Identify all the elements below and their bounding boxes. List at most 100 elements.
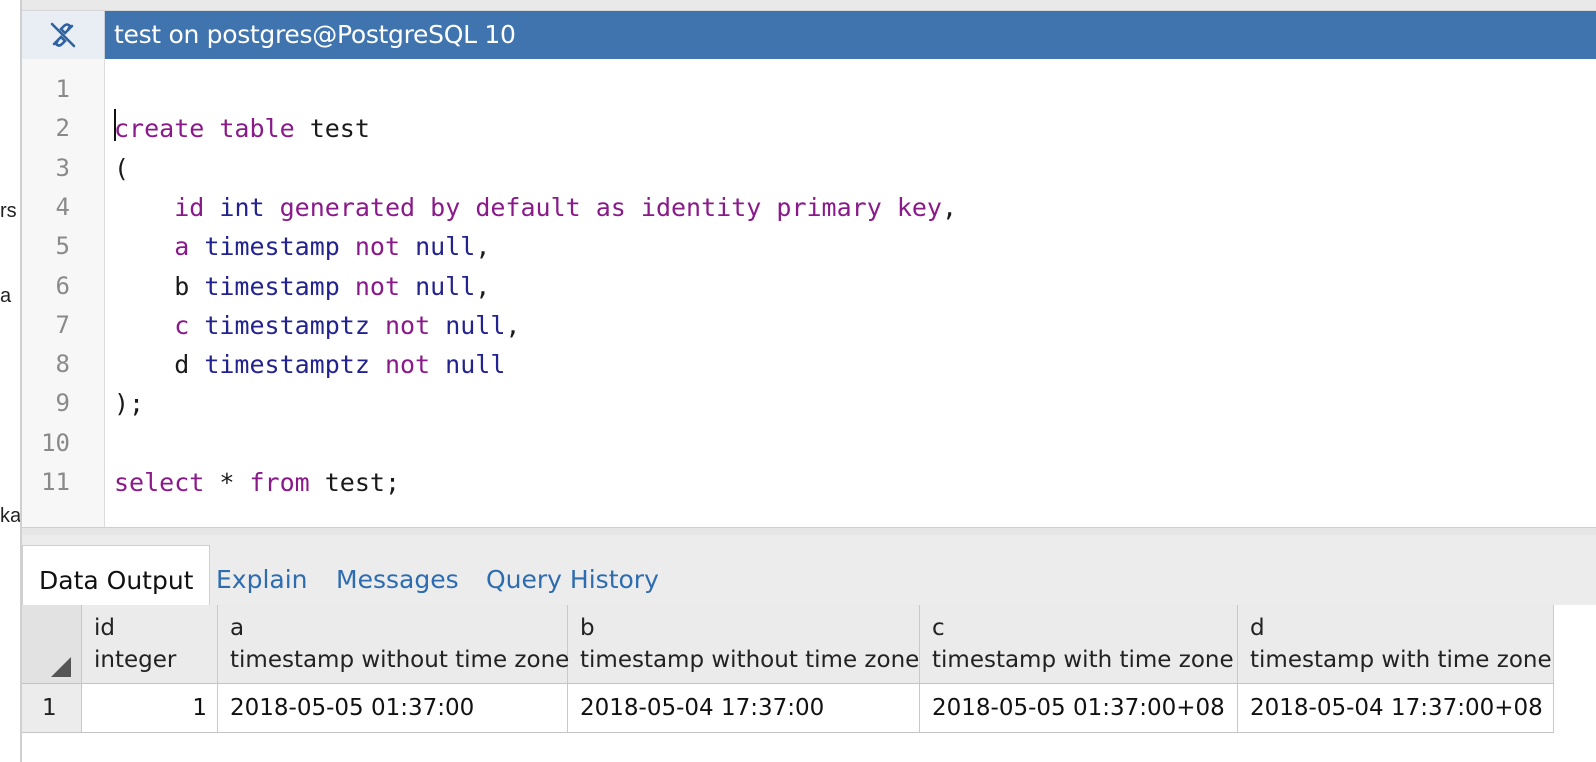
column-type: integer — [94, 647, 177, 673]
left-panel-edge: rs a ka — [0, 0, 22, 762]
column-type: timestamp with time zone — [932, 647, 1234, 673]
line-number-gutter: 1 2 3 4 5 6 7 8 9 10 11 — [22, 59, 105, 527]
line-number: 9 — [55, 389, 70, 418]
line-number: 7 — [55, 310, 70, 339]
sql-text: b — [114, 271, 205, 301]
left-fragment: ka — [0, 505, 22, 527]
line-number: 2 — [55, 114, 70, 143]
line-number: 4 — [55, 192, 70, 221]
grid-header: id integer a timestamp without time zone… — [22, 605, 1554, 684]
query-tab-title: test on postgres@PostgreSQL 10 — [114, 20, 516, 49]
column-name: a — [230, 615, 245, 641]
cell-c[interactable]: 2018-05-05 01:37:00+08 — [920, 684, 1238, 732]
sql-text: test — [294, 114, 370, 144]
code-line[interactable]: id int generated by default as identity … — [114, 188, 957, 227]
sql-text: , — [941, 192, 958, 222]
column-header-c[interactable]: c timestamp with time zone — [920, 605, 1238, 683]
sql-type: null — [445, 310, 506, 340]
column-type: timestamp without time zone — [580, 647, 920, 673]
line-number: 8 — [55, 350, 70, 379]
sql-type: null — [445, 350, 506, 380]
left-fragment: a — [0, 285, 12, 307]
line-number: 11 — [41, 468, 70, 496]
line-number: 6 — [55, 271, 70, 300]
sql-text: , — [475, 232, 491, 262]
code-line[interactable]: select * from test; — [114, 463, 400, 502]
sql-keyword: create — [114, 114, 205, 144]
column-header-d[interactable]: d timestamp with time zone — [1238, 605, 1554, 683]
code-line[interactable]: b timestamp not null, — [114, 267, 490, 306]
row-number[interactable]: 1 — [22, 684, 82, 732]
code-line[interactable]: create table test — [114, 109, 370, 148]
sql-keyword: c — [174, 310, 190, 340]
tab-data-output[interactable]: Data Output — [22, 545, 211, 606]
connection-status-button[interactable] — [22, 11, 105, 59]
sql-type: timestamp — [204, 271, 340, 301]
column-name: id — [94, 615, 115, 641]
sql-keyword: as — [595, 192, 626, 222]
code-line[interactable]: c timestamptz not null, — [114, 306, 520, 345]
cell-b[interactable]: 2018-05-04 17:37:00 — [568, 684, 920, 732]
sql-type: timestamp — [204, 232, 340, 262]
line-number: 3 — [55, 153, 70, 182]
sql-type: timestamptz — [204, 350, 370, 380]
cell-d[interactable]: 2018-05-04 17:37:00+08 — [1238, 684, 1554, 732]
column-header-a[interactable]: a timestamp without time zone — [218, 605, 569, 683]
sql-keyword: not — [354, 232, 401, 262]
line-number: 5 — [55, 232, 70, 261]
sql-keyword: table — [219, 114, 295, 144]
tab-query-history[interactable]: Query History — [470, 545, 675, 605]
column-header-id[interactable]: id integer — [82, 605, 218, 683]
cell-a[interactable]: 2018-05-05 01:37:00 — [218, 684, 568, 732]
sql-keyword: by — [430, 192, 461, 222]
select-all-cell[interactable] — [22, 605, 82, 683]
column-header-b[interactable]: b timestamp without time zone — [568, 605, 920, 683]
sql-keyword: id — [174, 192, 205, 222]
tab-explain[interactable]: Explain — [200, 545, 324, 605]
sql-keyword: key — [896, 192, 942, 222]
sql-editor[interactable]: 1 2 3 4 5 6 7 8 9 10 11 create table test ( id int … — [22, 59, 1596, 527]
sql-text: , — [475, 271, 491, 301]
code-line[interactable]: ); — [114, 384, 144, 423]
sql-type: null — [415, 271, 476, 301]
sql-type: int — [219, 192, 265, 222]
table-row[interactable]: 1 1 2018-05-05 01:37:00 2018-05-04 17:37… — [22, 684, 1554, 733]
column-name: d — [1250, 615, 1265, 641]
sql-keyword: generated — [279, 192, 416, 222]
line-number: 10 — [41, 428, 70, 457]
cell-id[interactable]: 1 — [82, 684, 218, 732]
code-line[interactable]: ( — [114, 149, 129, 188]
code-line[interactable]: d timestamptz not null — [114, 345, 505, 384]
sql-text: ); — [114, 389, 145, 419]
output-tabs: Data Output Explain Messages Query Histo… — [22, 535, 1596, 606]
column-type: timestamp with time zone — [1250, 647, 1552, 673]
disconnected-plug-icon — [50, 22, 76, 48]
sql-keyword: from — [249, 468, 310, 497]
sql-keyword: default — [475, 192, 581, 222]
text-cursor — [114, 109, 116, 141]
tab-messages[interactable]: Messages — [320, 545, 475, 605]
sql-keyword: not — [354, 271, 400, 301]
sql-keyword: primary — [776, 192, 882, 222]
line-number: 1 — [55, 75, 70, 103]
toolbar-strip — [22, 0, 1596, 11]
code-line[interactable]: a timestamp not null, — [114, 227, 490, 266]
